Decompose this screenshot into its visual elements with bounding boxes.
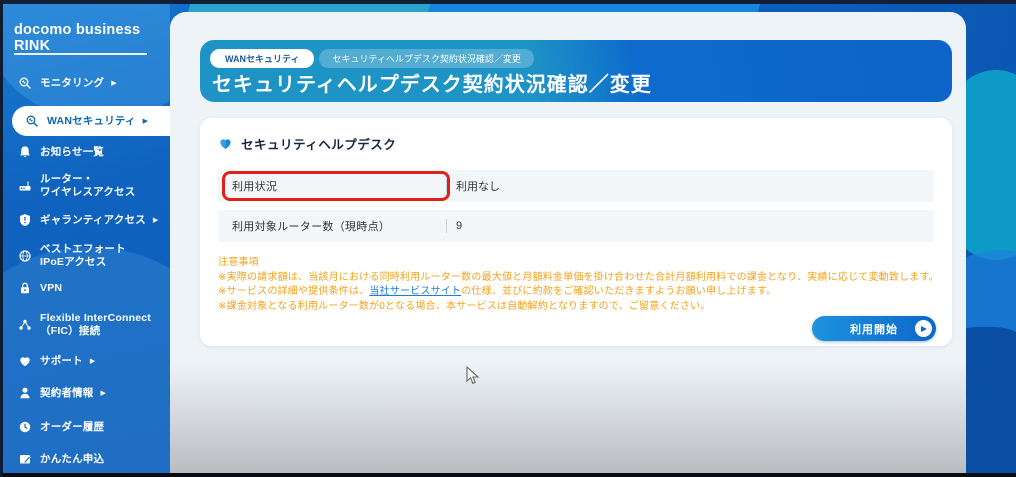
chevron-right-icon: ▶ xyxy=(111,79,117,87)
mouse-cursor xyxy=(466,366,480,385)
circle-arrow-icon xyxy=(915,320,932,337)
row-value: 利用なし xyxy=(456,181,500,193)
service-site-link[interactable]: 当社サービスサイト xyxy=(369,286,461,297)
breadcrumb-item-current-page[interactable]: セキュリティヘルプデスク契約状況確認／変更 xyxy=(319,49,534,68)
chevron-right-icon: ▶ xyxy=(89,357,96,365)
shield-icon xyxy=(18,213,32,227)
clock-icon xyxy=(18,420,32,434)
sidebar-item-monitoring[interactable]: モニタリング ▶ xyxy=(18,76,170,90)
page-title: セキュリティヘルプデスク契約状況確認／変更 xyxy=(212,74,652,96)
sidebar-item-contractor-info[interactable]: 契約者情報 ▶ xyxy=(18,386,170,400)
heart-icon xyxy=(18,354,32,368)
page-header-banner: WANセキュリティ セキュリティヘルプデスク契約状況確認／変更 セキュリティヘル… xyxy=(200,40,952,102)
note-line-service-site: ※サービスの詳細や提供条件は、当社サービスサイトの仕様、並びに約款をご確認いただ… xyxy=(218,285,939,300)
document-edit-icon xyxy=(18,452,32,466)
sidebar-item-label: モニタリング xyxy=(40,76,105,89)
sidebar-item-fic-connection[interactable]: Flexible InterConnect （FIC）接続 xyxy=(18,312,170,338)
top-border xyxy=(0,0,1016,4)
sidebar-item-news[interactable]: お知らせ一覧 xyxy=(18,145,170,159)
notes-section: 注意事項 ※実際の請求額は、当該月における同時利用ルーター数の最大値と月額料金単… xyxy=(218,256,939,314)
notes-heading: 注意事項 xyxy=(218,257,259,268)
chevron-right-icon: ▶ xyxy=(142,117,149,125)
bottom-border xyxy=(0,473,1016,477)
sidebar-item-router-wireless[interactable]: ルーター・ ワイヤレスアクセス xyxy=(18,173,170,199)
row-divider xyxy=(446,179,447,193)
sidebar-item-label: ギャランティアクセス xyxy=(40,213,146,226)
heart-hands-icon xyxy=(218,136,233,151)
lock-icon xyxy=(18,281,32,295)
bell-icon xyxy=(18,145,32,159)
sidebar-item-label: ルーター・ ワイヤレスアクセス xyxy=(40,173,136,198)
router-count-row: 利用対象ルーター数（現時点） 9 xyxy=(218,210,934,242)
note-text: ※サービスの詳細や提供条件は、 xyxy=(218,286,370,297)
magnifier-icon xyxy=(25,114,39,128)
router-icon xyxy=(18,179,32,193)
main-content-panel: WANセキュリティ セキュリティヘルプデスク契約状況確認／変更 セキュリティヘル… xyxy=(170,12,966,477)
section-header: セキュリティヘルプデスク xyxy=(218,134,396,153)
sidebar-nav: モニタリング ▶ WANセキュリティ ▶ お知らせ一覧 ルーター・ ワイヤレスア… xyxy=(0,0,170,477)
sidebar-item-label: ベストエフォート IPoEアクセス xyxy=(40,243,126,268)
breadcrumb: WANセキュリティ セキュリティヘルプデスク契約状況確認／変更 xyxy=(210,49,534,68)
person-icon xyxy=(18,386,32,400)
row-value: 9 xyxy=(456,220,463,232)
left-border xyxy=(0,0,3,477)
security-helpdesk-card: セキュリティヘルプデスク 利用状況 利用なし 利用対象ルーター数（現時点） 9 … xyxy=(200,118,952,346)
sidebar-item-label: かんたん申込 xyxy=(40,452,105,465)
section-title: セキュリティヘルプデスク xyxy=(241,138,397,152)
sidebar: docomo business RINK モニタリング ▶ WANセキュリティ … xyxy=(0,0,170,477)
chevron-right-icon: ▶ xyxy=(100,389,106,397)
chevron-right-icon: ▶ xyxy=(152,216,159,224)
sidebar-item-support[interactable]: サポート ▶ xyxy=(18,354,170,368)
sidebar-item-label: VPN xyxy=(40,281,63,294)
network-icon xyxy=(18,318,32,332)
note-text: の仕様、並びに約款をご確認いただきますようお願い申し上げます。 xyxy=(461,286,777,297)
sidebar-item-guarantee-access[interactable]: ギャランティアクセス ▶ xyxy=(18,213,170,227)
sidebar-item-label: 契約者情報 xyxy=(40,386,94,399)
globe-icon xyxy=(18,249,32,263)
note-line-auto-cancel: ※課金対象となる利用ルーター数が0となる場合、本サービスは自動解約となりますので… xyxy=(218,300,711,312)
row-divider xyxy=(446,219,447,233)
magnifier-icon xyxy=(18,76,32,90)
sidebar-item-label: WANセキュリティ xyxy=(47,114,136,127)
sidebar-item-label: お知らせ一覧 xyxy=(40,145,104,158)
row-label: 利用状況 xyxy=(232,181,278,193)
start-usage-button[interactable]: 利用開始 xyxy=(812,316,936,341)
sidebar-item-vpn[interactable]: VPN xyxy=(18,281,170,295)
sidebar-item-label: サポート xyxy=(40,354,83,367)
sidebar-item-best-effort-ipoe[interactable]: ベストエフォート IPoEアクセス xyxy=(18,243,170,269)
sidebar-item-order-history[interactable]: オーダー履歴 xyxy=(18,420,170,434)
sidebar-item-label: Flexible InterConnect （FIC）接続 xyxy=(40,312,151,337)
sidebar-item-label: オーダー履歴 xyxy=(40,420,105,433)
note-line-billing: ※実際の請求額は、当該月における同時利用ルーター数の最大値と月額料金単価を掛け合… xyxy=(218,271,939,283)
sidebar-item-easy-apply[interactable]: かんたん申込 xyxy=(18,452,170,466)
sidebar-item-wan-security[interactable]: WANセキュリティ ▶ xyxy=(12,106,170,136)
breadcrumb-item-wan-security[interactable]: WANセキュリティ xyxy=(210,49,315,68)
row-label: 利用対象ルーター数（現時点） xyxy=(232,221,391,233)
start-usage-button-label: 利用開始 xyxy=(850,323,898,336)
usage-status-row: 利用状況 利用なし xyxy=(218,170,934,202)
